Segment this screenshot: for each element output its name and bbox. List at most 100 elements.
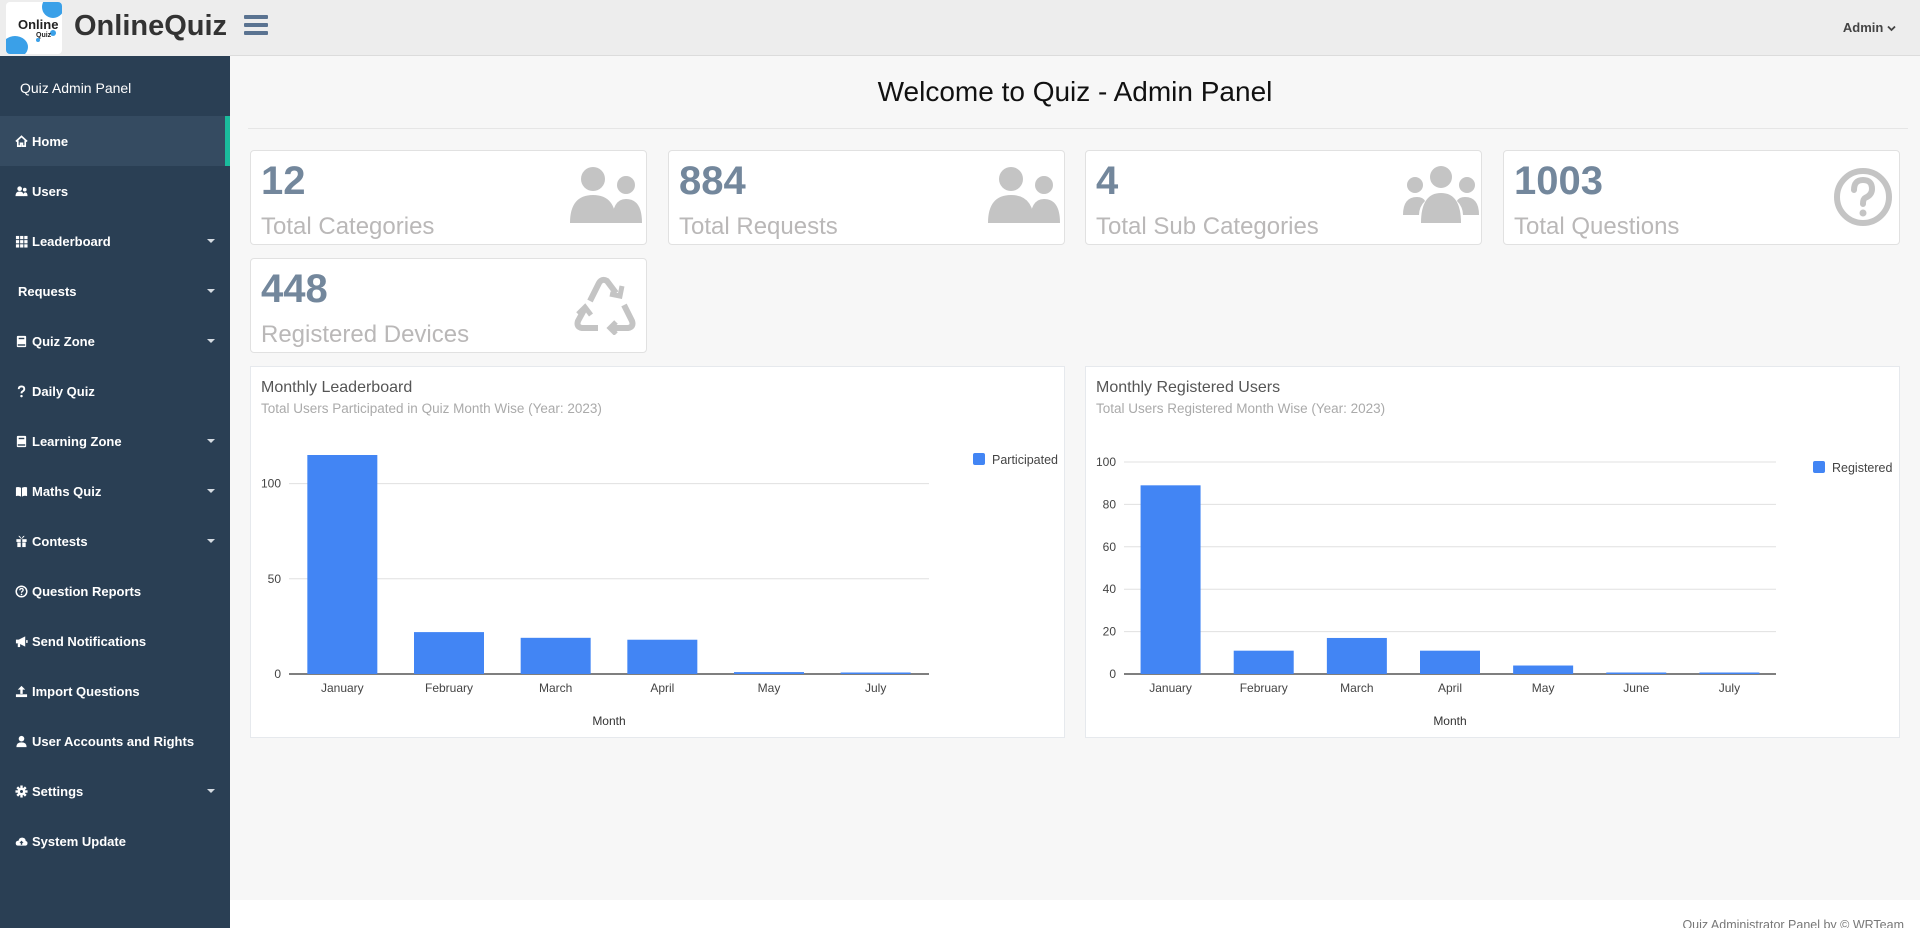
stat-count: 1003	[1514, 159, 1603, 203]
bar	[1140, 485, 1201, 674]
bullhorn-icon	[15, 635, 28, 647]
sidebar-item-users[interactable]: Users	[0, 166, 230, 216]
x-tick-label: July	[1719, 681, 1740, 695]
sidebar-item-contests[interactable]: Contests	[0, 516, 230, 566]
x-tick-label: July	[865, 681, 886, 695]
bar	[1233, 650, 1294, 674]
bar	[520, 637, 591, 674]
menu-toggle-icon[interactable]	[244, 15, 268, 39]
legend-label: Registered	[1832, 461, 1892, 475]
sidebar-nav: Home Users Leaderboard Requests Quiz Zone Dai…	[0, 116, 230, 866]
sidebar-item-home[interactable]: Home	[0, 116, 230, 166]
sidebar-item-label: System Update	[32, 833, 126, 849]
caret-down-icon	[207, 439, 215, 443]
sidebar-item-daily-quiz[interactable]: Daily Quiz	[0, 366, 230, 416]
sidebar-item-leaderboard[interactable]: Leaderboard	[0, 216, 230, 266]
x-tick-label: March	[539, 681, 572, 695]
bar	[414, 632, 484, 674]
logo-subtext: Quiz	[36, 32, 52, 39]
user-menu-label: Admin	[1842, 20, 1884, 35]
x-tick-label: April	[1438, 681, 1462, 695]
chevron-down-icon	[1887, 25, 1896, 32]
main-content: Welcome to Quiz - Admin Panel 12 Total C…	[230, 56, 1920, 928]
sidebar-item-label: Question Reports	[32, 583, 142, 599]
sidebar-item-import-questions[interactable]: Import Questions	[0, 666, 230, 716]
question-icon	[17, 384, 26, 397]
divider	[248, 128, 1908, 129]
gift-icon	[16, 535, 27, 547]
stat-card-questions[interactable]: 1003 Total Questions	[1503, 150, 1900, 245]
bar-chart-registered: 0 20 40 60 80 100 January February March April May…	[1096, 455, 1893, 728]
grid-icon	[15, 235, 28, 248]
legend-swatch	[1813, 461, 1825, 473]
stat-count: 12	[261, 159, 306, 203]
stat-count: 884	[679, 159, 746, 203]
book-icon	[16, 435, 27, 447]
chart-panel-leaderboard: Monthly Leaderboard Total Users Particip…	[250, 366, 1065, 738]
sidebar-item-label: Import Questions	[32, 683, 140, 699]
stat-count: 4	[1096, 159, 1119, 203]
logo: Online Quiz	[6, 2, 62, 54]
bar	[1326, 637, 1387, 674]
sidebar-item-learning-zone[interactable]: Learning Zone	[0, 416, 230, 466]
x-tick-label: February	[1240, 681, 1288, 695]
users-icon	[1403, 166, 1479, 223]
stat-count: 448	[261, 267, 328, 311]
sidebar-item-user-accounts-and-rights[interactable]: User Accounts and Rights	[0, 716, 230, 766]
chart-panel-registered: Monthly Registered Users Total Users Reg…	[1085, 366, 1900, 738]
y-tick-label: 100	[1096, 455, 1116, 469]
caret-down-icon	[207, 489, 215, 493]
stat-label: Registered Devices	[261, 321, 470, 348]
sidebar-item-label: Send Notifications	[32, 633, 147, 649]
sidebar-item-maths-quiz[interactable]: Maths Quiz	[0, 466, 230, 516]
y-tick-label: 100	[261, 477, 281, 491]
stat-card-requests[interactable]: 884 Total Requests	[668, 150, 1065, 245]
home-icon	[15, 134, 28, 147]
sidebar-item-label: Users	[32, 183, 69, 199]
sidebar-item-system-update[interactable]: System Update	[0, 816, 230, 866]
users-icon	[988, 167, 1060, 223]
y-tick-label: 20	[1103, 625, 1117, 639]
stat-card-categories[interactable]: 12 Total Categories	[250, 150, 647, 245]
question-circle-icon	[15, 584, 28, 598]
question-circle-icon	[1834, 168, 1892, 226]
sidebar-item-requests[interactable]: Requests	[0, 266, 230, 316]
sidebar-item-settings[interactable]: Settings	[0, 766, 230, 816]
sidebar-item-label: Requests	[18, 283, 77, 299]
stat-card-devices[interactable]: 448 Registered Devices	[250, 258, 647, 353]
y-tick-label: 60	[1103, 540, 1117, 554]
bar	[1699, 672, 1760, 674]
sidebar-item-label: Maths Quiz	[32, 483, 102, 499]
stat-card-sub-categories[interactable]: 4 Total Sub Categories	[1085, 150, 1482, 245]
footer: Quiz Administrator Panel by © WRTeam	[230, 900, 1920, 928]
stat-label: Total Questions	[1514, 213, 1680, 240]
caret-down-icon	[207, 289, 215, 293]
upload-icon	[15, 685, 28, 697]
sidebar-item-label: Leaderboard	[32, 233, 111, 249]
y-tick-label: 0	[1109, 667, 1116, 681]
y-tick-label: 50	[268, 572, 282, 586]
sidebar-item-send-notifications[interactable]: Send Notifications	[0, 616, 230, 666]
users-icon	[570, 167, 642, 223]
users-icon	[15, 185, 28, 196]
caret-down-icon	[207, 789, 215, 793]
user-menu[interactable]: Admin	[1843, 20, 1896, 35]
open-book-icon	[15, 486, 28, 497]
x-tick-label: April	[650, 681, 674, 695]
brand[interactable]: Online Quiz OnlineQuiz	[0, 0, 230, 56]
y-tick-label: 40	[1103, 582, 1117, 596]
top-navbar: Online Quiz OnlineQuiz Admin	[0, 0, 1920, 56]
x-tick-label: June	[1623, 681, 1649, 695]
sidebar-item-question-reports[interactable]: Question Reports	[0, 566, 230, 616]
x-tick-label: May	[758, 681, 781, 695]
page-title: Welcome to Quiz - Admin Panel	[877, 76, 1273, 107]
bar-chart-leaderboard: 0 50 100 January February March April May July Mo…	[261, 453, 1058, 728]
sidebar-item-label: Home	[32, 133, 69, 149]
bar	[627, 639, 698, 674]
x-axis-label: Month	[592, 714, 625, 728]
sidebar-item-quiz-zone[interactable]: Quiz Zone	[0, 316, 230, 366]
bar	[307, 455, 378, 674]
user-icon	[16, 735, 27, 747]
legend-swatch	[973, 453, 985, 465]
stat-label: Total Categories	[261, 213, 435, 240]
